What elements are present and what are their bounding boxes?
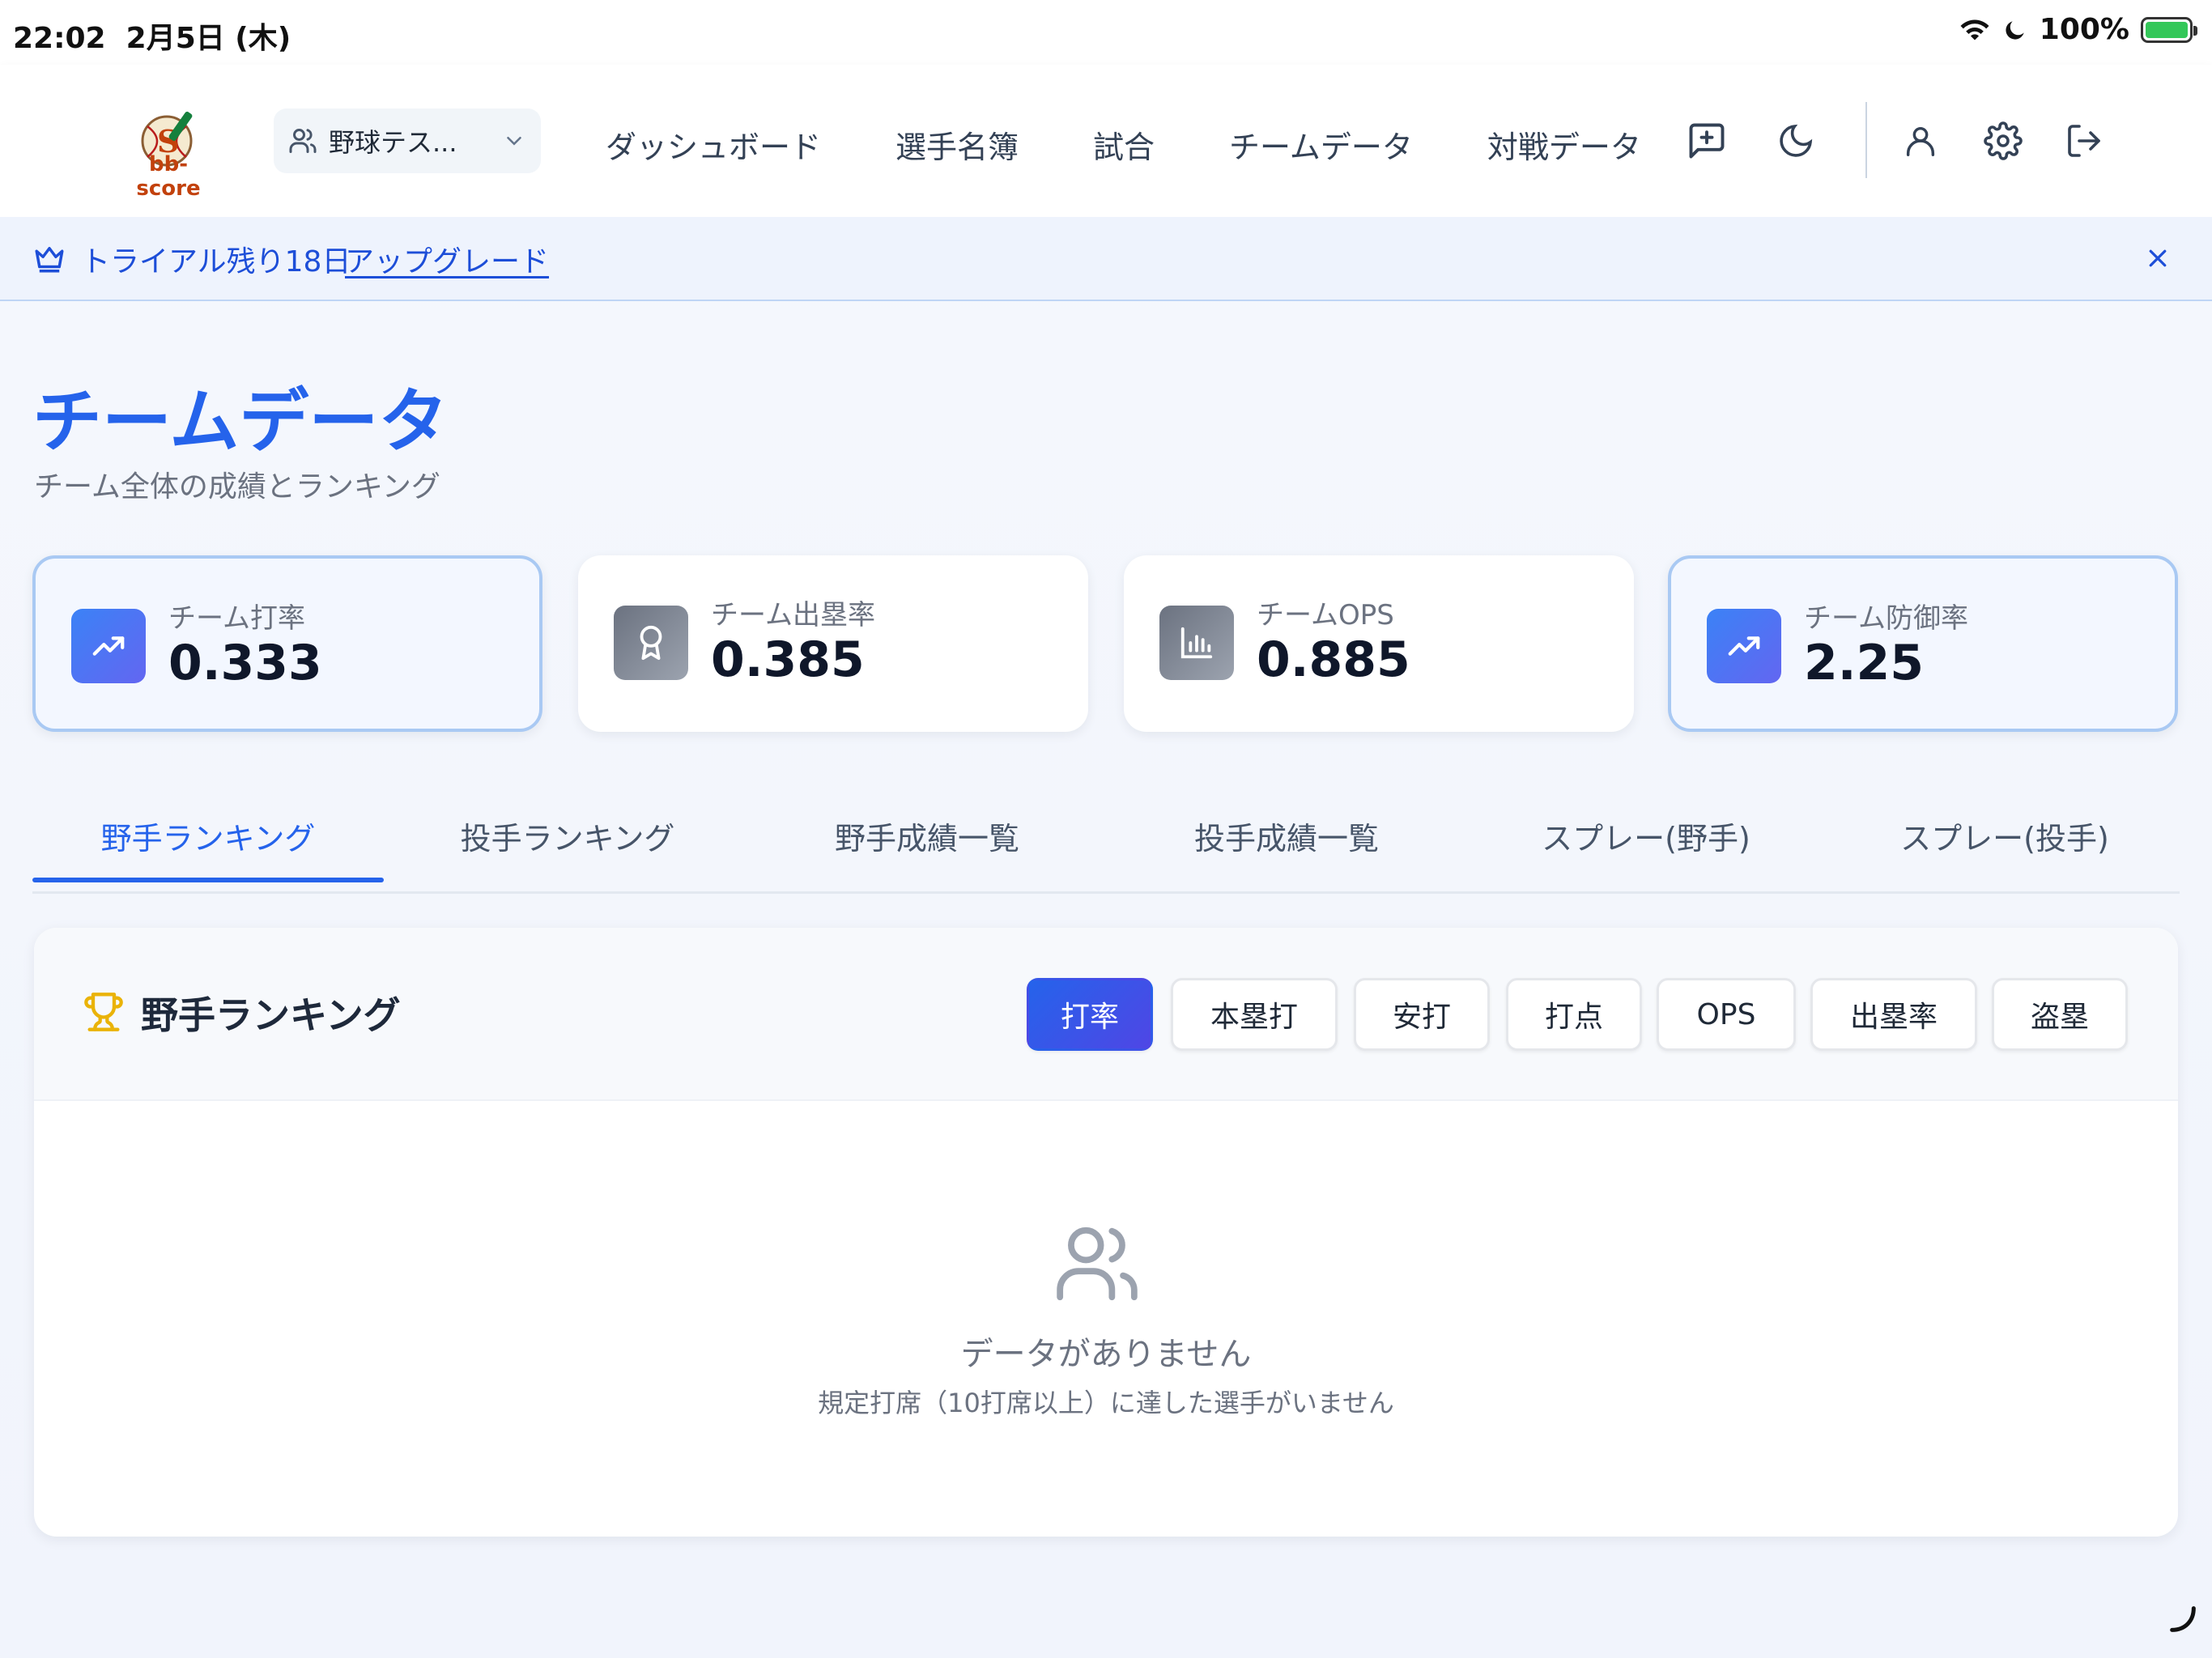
empty-state-title: データがありません xyxy=(960,1336,1252,1373)
stat-card-ops: チームOPS 0.885 xyxy=(1124,555,1634,732)
close-icon xyxy=(2149,249,2167,267)
trophy-icon xyxy=(84,993,123,1031)
user-icon xyxy=(1906,126,1935,156)
ranking-panel-header: 野手ランキング 打率 本塁打 安打 打点 OPS 出塁率 盗塁 xyxy=(34,928,2178,1101)
stat-card-era: チーム防御率 2.25 xyxy=(1668,555,2178,732)
resize-handle-icon[interactable] xyxy=(2167,1603,2199,1635)
message-plus-icon xyxy=(1689,123,1725,159)
stat-card-obp: チーム出塁率 0.385 xyxy=(578,555,1088,732)
nav-matchup-data[interactable]: 対戦データ xyxy=(1450,120,1678,168)
filter-rbi[interactable]: 打点 xyxy=(1506,978,1642,1051)
status-time: 22:02 2月5日 (木) xyxy=(13,22,291,55)
award-icon xyxy=(640,625,662,661)
stat-value: 0.333 xyxy=(168,635,322,691)
feedback-button[interactable] xyxy=(1684,118,1729,164)
crown-icon xyxy=(35,247,64,273)
status-indicators: 100% xyxy=(1959,13,2197,46)
gear-icon xyxy=(1984,121,2023,160)
logout-button[interactable] xyxy=(2061,118,2107,164)
empty-state-subtitle: 規定打席（10打席以上）に達した選手がいません xyxy=(818,1388,1394,1418)
ranking-panel: 野手ランキング 打率 本塁打 安打 打点 OPS 出塁率 盗塁 データがありませ… xyxy=(34,928,2178,1537)
logo-text: bb-score xyxy=(136,152,201,201)
wifi-icon xyxy=(1960,19,1989,40)
trial-banner: トライアル残り18日 アップグレード xyxy=(0,217,2212,301)
main-nav: ダッシュボード 選手名簿 試合 チームデータ 対戦データ xyxy=(568,120,1678,168)
dark-mode-toggle[interactable] xyxy=(1773,118,1819,164)
stat-label: チームOPS xyxy=(1257,599,1394,631)
stat-label: チーム出塁率 xyxy=(711,599,875,631)
header-divider xyxy=(1865,102,1867,178)
tab-fielder-ranking[interactable]: 野手ランキング xyxy=(32,790,384,881)
moon-icon xyxy=(2006,20,2024,40)
tab-pitcher-ranking[interactable]: 投手ランキング xyxy=(392,790,743,881)
users-icon xyxy=(1057,1226,1138,1301)
page-subtitle: チーム全体の成績とランキング xyxy=(34,470,440,504)
upgrade-link[interactable]: アップグレード xyxy=(345,238,549,280)
filter-home-runs[interactable]: 本塁打 xyxy=(1171,978,1338,1051)
stat-icon-box xyxy=(1159,606,1234,680)
battery-icon xyxy=(2141,16,2197,43)
moon-icon xyxy=(1780,124,1813,157)
trending-up-icon xyxy=(1728,636,1760,656)
data-tabs: 野手ランキング 投手ランキング 野手成績一覧 投手成績一覧 スプレー(野手) ス… xyxy=(32,790,2180,894)
profile-button[interactable] xyxy=(1898,118,1943,164)
stat-icon-box xyxy=(71,609,146,683)
filter-obp[interactable]: 出塁率 xyxy=(1810,978,1977,1051)
filter-ops[interactable]: OPS xyxy=(1657,978,1796,1051)
stat-label: チーム防御率 xyxy=(1804,602,1968,635)
filter-stolen-bases[interactable]: 盗塁 xyxy=(1992,978,2128,1051)
nav-team-data[interactable]: チームデータ xyxy=(1192,120,1450,168)
status-bar: 22:02 2月5日 (木) 100% xyxy=(0,0,2212,65)
trending-up-icon xyxy=(92,636,125,656)
battery-percent: 100% xyxy=(2039,13,2129,46)
team-selector[interactable]: 野球テス... xyxy=(274,108,541,173)
stat-icon-box xyxy=(614,606,688,680)
ranking-title: 野手ランキング xyxy=(141,993,401,1037)
filter-hits[interactable]: 安打 xyxy=(1354,978,1490,1051)
stat-card-batting-average: チーム打率 0.333 xyxy=(32,555,542,732)
page-title: チームデータ xyxy=(32,381,449,462)
filter-batting-average[interactable]: 打率 xyxy=(1027,978,1153,1051)
tab-spray-fielder[interactable]: スプレー(野手) xyxy=(1470,790,1822,881)
stat-label: チーム打率 xyxy=(168,602,305,635)
stat-value: 0.385 xyxy=(711,631,865,688)
active-tab-indicator xyxy=(32,878,384,882)
app-header: S bb-score 野球テス... ダッシュボード 選手名簿 試合 チームデー… xyxy=(0,65,2212,217)
stat-value: 0.885 xyxy=(1257,631,1410,688)
chevron-down-icon xyxy=(507,137,521,146)
tab-fielder-stats[interactable]: 野手成績一覧 xyxy=(751,790,1103,881)
close-banner-button[interactable] xyxy=(2138,238,2178,278)
tab-spray-pitcher[interactable]: スプレー(投手) xyxy=(1830,790,2180,881)
stat-value: 2.25 xyxy=(1804,635,1925,691)
nav-games[interactable]: 試合 xyxy=(1056,120,1192,168)
stat-icon-box xyxy=(1707,609,1781,683)
settings-button[interactable] xyxy=(1980,118,2026,164)
trial-remaining: トライアル残り18日 xyxy=(81,245,351,278)
team-name: 野球テス... xyxy=(329,127,457,158)
bar-chart-icon xyxy=(1180,627,1213,659)
nav-dashboard[interactable]: ダッシュボード xyxy=(568,120,858,168)
users-icon xyxy=(289,129,317,153)
nav-roster[interactable]: 選手名簿 xyxy=(858,120,1056,168)
logout-icon xyxy=(2068,125,2100,157)
tab-pitcher-stats[interactable]: 投手成績一覧 xyxy=(1111,790,1462,881)
